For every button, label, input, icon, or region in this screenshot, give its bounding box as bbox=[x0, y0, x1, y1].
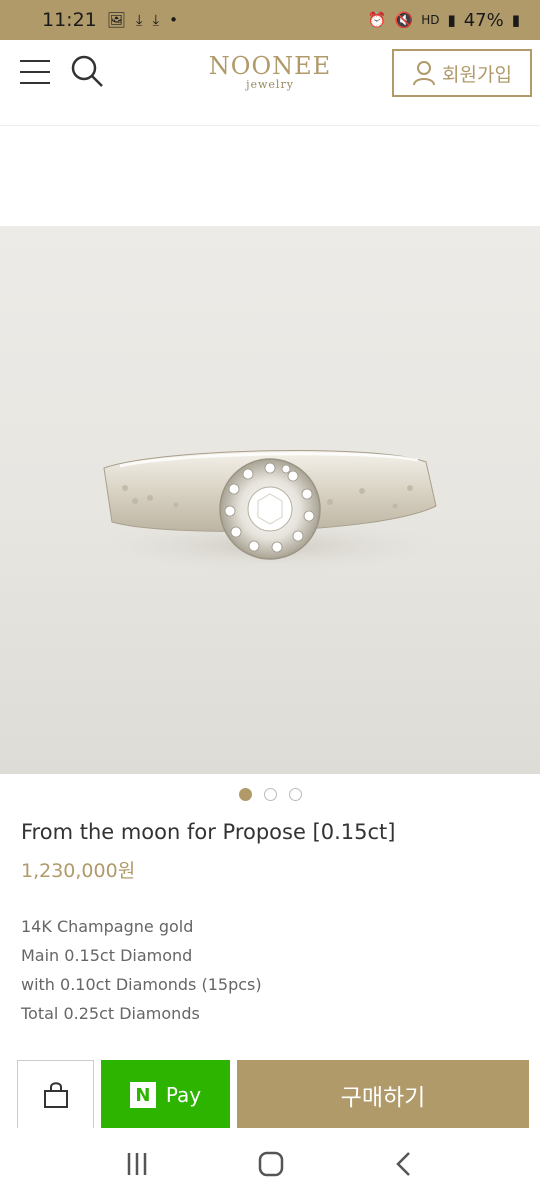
alarm-icon: ⏰ bbox=[367, 11, 387, 29]
android-nav-bar bbox=[0, 1128, 540, 1200]
recent-apps-icon[interactable] bbox=[124, 1151, 150, 1177]
join-button[interactable]: 회원가입 bbox=[392, 49, 532, 97]
description-line: 14K Champagne gold bbox=[21, 917, 194, 936]
shopping-bag-icon bbox=[43, 1082, 68, 1108]
mute-icon: 🔇 bbox=[394, 11, 414, 29]
header: NOONEE jewelry 회원가입 bbox=[0, 40, 540, 126]
cart-button[interactable] bbox=[17, 1060, 94, 1130]
npay-button[interactable]: N Pay bbox=[101, 1060, 230, 1130]
join-label: 회원가입 bbox=[442, 63, 512, 86]
download-icon: ⤓ bbox=[152, 11, 160, 29]
description-line: with 0.10ct Diamonds (15pcs) bbox=[21, 975, 262, 994]
product-price: 1,230,000원 bbox=[21, 860, 136, 882]
signal-icon: ▮ bbox=[447, 11, 456, 29]
description-line: Main 0.15ct Diamond bbox=[21, 946, 193, 965]
carousel-dot[interactable] bbox=[238, 788, 252, 801]
status-time: 11:21 bbox=[42, 9, 97, 31]
purchase-bar: N Pay 구매하기 bbox=[0, 1048, 540, 1130]
home-icon[interactable] bbox=[257, 1150, 285, 1178]
status-bar: 11:21 🖼 ⤓ ⤓ • ⏰ 🔇 HD ▮ 47% ▮ bbox=[0, 0, 540, 40]
download-icon: ⤓ bbox=[135, 11, 143, 29]
wifi-icon: HD bbox=[421, 13, 440, 27]
buy-button[interactable]: 구매하기 bbox=[237, 1060, 529, 1130]
carousel-dot[interactable] bbox=[263, 788, 277, 801]
carousel-dot[interactable] bbox=[288, 788, 302, 801]
user-icon bbox=[413, 61, 436, 86]
search-icon[interactable] bbox=[70, 54, 104, 88]
carousel-indicator bbox=[0, 788, 540, 801]
product-title: From the moon for Propose [0.15ct] bbox=[21, 820, 396, 844]
battery-percent: 47% bbox=[463, 9, 504, 31]
dot-icon: • bbox=[169, 11, 178, 29]
product-image[interactable] bbox=[0, 226, 540, 774]
naver-n-icon: N bbox=[129, 1082, 156, 1108]
description-line: Total 0.25ct Diamonds bbox=[21, 1004, 200, 1023]
image-icon: 🖼 bbox=[106, 11, 126, 29]
product-description: 14K Champagne gold Main 0.15ct Diamond w… bbox=[21, 912, 262, 1028]
battery-icon: ▮ bbox=[511, 11, 520, 29]
back-icon[interactable] bbox=[392, 1150, 416, 1178]
menu-icon[interactable] bbox=[20, 60, 50, 86]
npay-label: Pay bbox=[165, 1083, 202, 1107]
ring-image bbox=[80, 450, 460, 574]
